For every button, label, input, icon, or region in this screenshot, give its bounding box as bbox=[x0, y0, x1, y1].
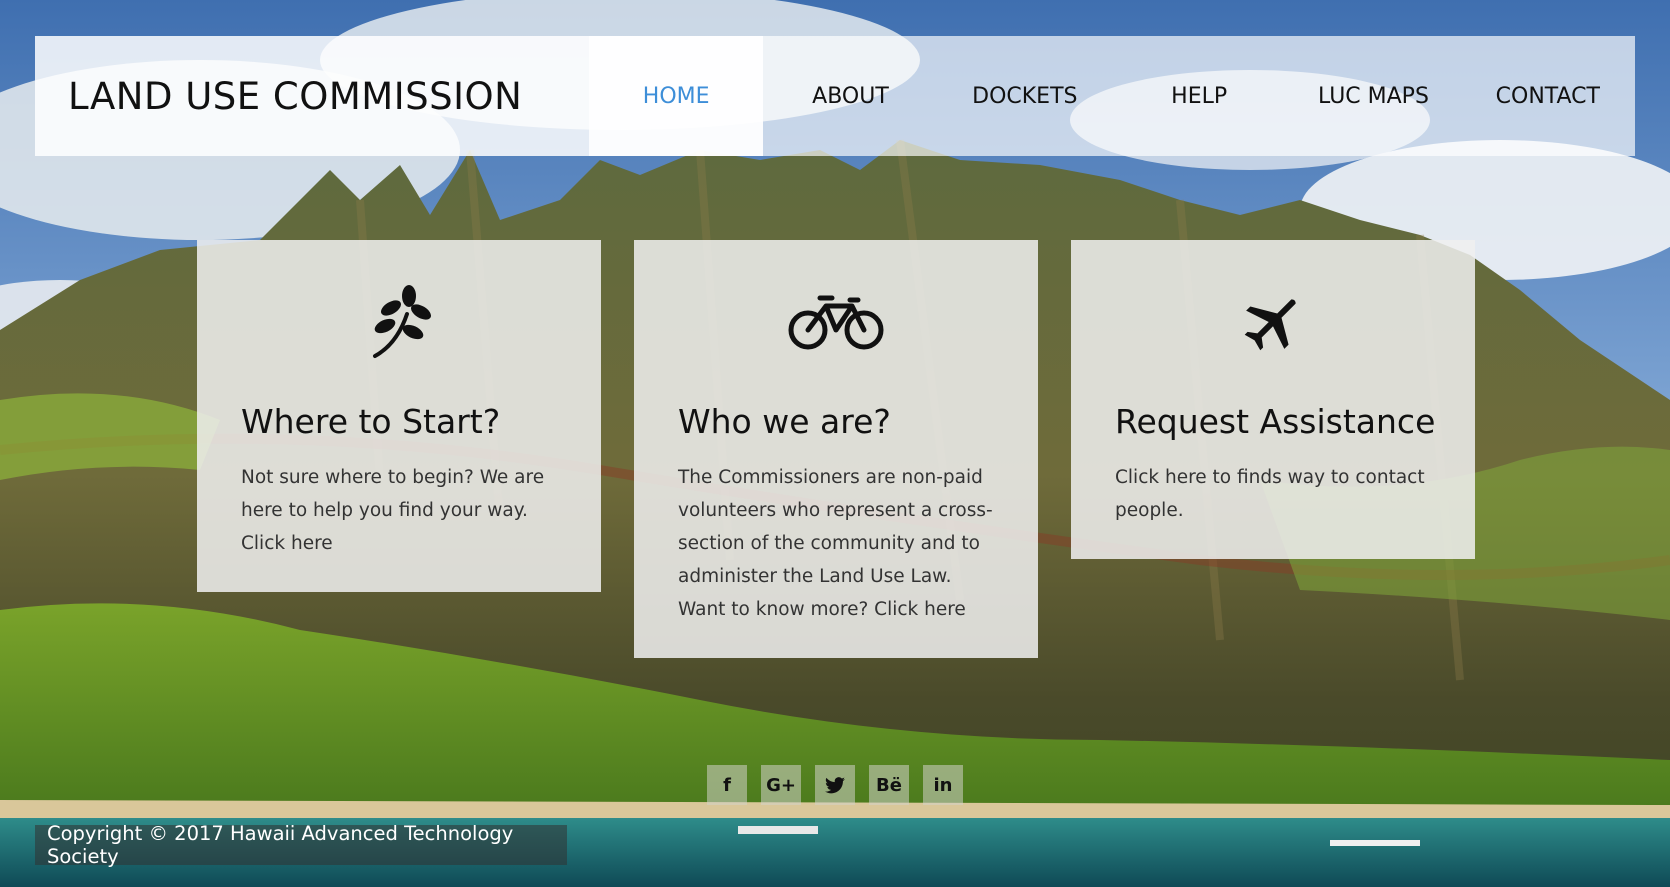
main-navigation: HOME ABOUT DOCKETS HELP LUC MAPS CONTACT bbox=[589, 36, 1635, 156]
nav-luc-maps[interactable]: LUC MAPS bbox=[1286, 36, 1460, 156]
nav-about[interactable]: ABOUT bbox=[763, 36, 937, 156]
card-where-to-start[interactable]: Where to Start? Not sure where to begin?… bbox=[197, 240, 601, 592]
card-request-assistance[interactable]: Request Assistance Click here to finds w… bbox=[1071, 240, 1475, 559]
leaf-icon bbox=[241, 282, 557, 362]
facebook-icon[interactable]: f bbox=[707, 765, 747, 805]
card-title: Where to Start? bbox=[241, 402, 501, 441]
nav-contact[interactable]: CONTACT bbox=[1461, 36, 1635, 156]
card-text[interactable]: The Commissioners are non-paid volunteer… bbox=[678, 461, 994, 626]
card-title: Who we are? bbox=[678, 402, 891, 441]
nav-home[interactable]: HOME bbox=[589, 36, 764, 156]
card-title: Request Assistance bbox=[1115, 402, 1436, 441]
bicycle-icon bbox=[678, 282, 994, 362]
card-text[interactable]: Not sure where to begin? We are here to … bbox=[241, 461, 557, 560]
linkedin-icon[interactable]: in bbox=[923, 765, 963, 805]
google-plus-icon[interactable]: G+ bbox=[761, 765, 801, 805]
nav-help[interactable]: HELP bbox=[1112, 36, 1286, 156]
site-header: LAND USE COMMISSION HOME ABOUT DOCKETS H… bbox=[35, 36, 1635, 156]
card-who-we-are[interactable]: Who we are? The Commissioners are non-pa… bbox=[634, 240, 1038, 658]
footer-copyright: Copyright © 2017 Hawaii Advanced Technol… bbox=[35, 822, 567, 868]
site-logo-title[interactable]: LAND USE COMMISSION bbox=[35, 36, 589, 156]
behance-icon[interactable]: Bë bbox=[869, 765, 909, 805]
twitter-icon[interactable] bbox=[815, 765, 855, 805]
card-text[interactable]: Click here to finds way to contact peopl… bbox=[1115, 461, 1431, 527]
nav-dockets[interactable]: DOCKETS bbox=[938, 36, 1112, 156]
social-links: f G+ Bë in bbox=[707, 765, 963, 805]
airplane-icon bbox=[1115, 282, 1431, 362]
